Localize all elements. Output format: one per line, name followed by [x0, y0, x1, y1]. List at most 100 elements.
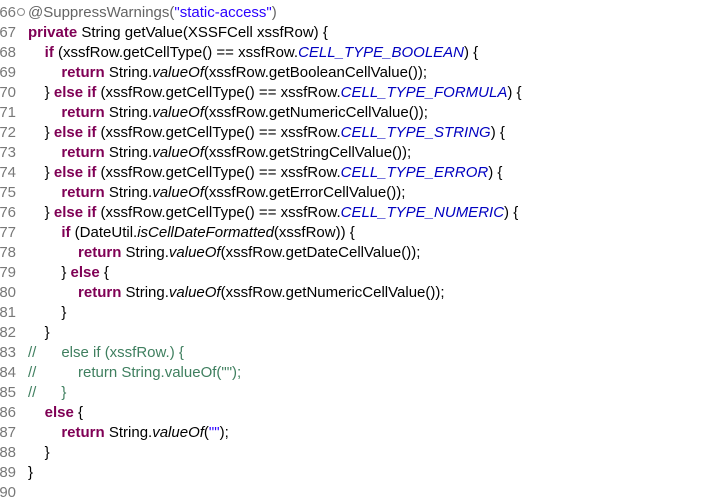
code-text: } else if (xssfRow.getCellType() == xssf… — [28, 203, 519, 223]
code-token: valueOf — [152, 64, 204, 81]
code-line[interactable]: 83 // else if (xssfRow.) { — [0, 343, 719, 363]
code-text: return String.valueOf(""); — [28, 423, 229, 443]
code-token: ) { — [504, 204, 519, 221]
code-token: "static-access" — [174, 4, 272, 21]
code-token: private — [28, 24, 78, 41]
line-number: 76 — [0, 204, 16, 221]
code-text: if (DateUtil.isCellDateFormatted(xssfRow… — [28, 223, 354, 243]
code-text: return String.valueOf(xssfRow.getStringC… — [28, 143, 411, 163]
code-token: } — [28, 444, 50, 461]
code-token: valueOf — [152, 184, 204, 201]
code-editor[interactable]: 66 @SuppressWarnings("static-access") 67 pr… — [0, 0, 719, 501]
code-line[interactable]: 77 if (DateUtil.isCellDateFormatted(xssf… — [0, 223, 719, 243]
code-token: return — [61, 184, 105, 201]
code-line[interactable]: 84 // return String.valueOf(""); — [0, 363, 719, 383]
code-line[interactable]: 82 } — [0, 323, 719, 343]
code-line[interactable]: 69 return String.valueOf(xssfRow.getBool… — [0, 63, 719, 83]
code-token: (xssfRow.getCellType() == xssfRow. — [96, 164, 341, 181]
code-line[interactable]: 67 private String getValue(XSSFCell xssfR… — [0, 23, 719, 43]
code-line[interactable]: 78 return String.valueOf(xssfRow.getDate… — [0, 243, 719, 263]
code-token: ); — [219, 424, 229, 441]
code-token: isCellDateFormatted — [137, 224, 274, 241]
code-text: @SuppressWarnings("static-access") — [28, 3, 277, 23]
code-token: (xssfRow.getCellType() == xssfRow. — [53, 44, 299, 61]
code-token: @SuppressWarnings( — [28, 4, 175, 21]
code-text: } else if (xssfRow.getCellType() == xssf… — [28, 163, 503, 183]
code-token: (xssfRow.getBooleanCellValue()); — [203, 64, 428, 81]
code-line[interactable]: 74 } else if (xssfRow.getCellType() == x… — [0, 163, 719, 183]
code-text: return String.valueOf(xssfRow.getDateCel… — [28, 243, 420, 263]
code-token: } — [28, 124, 54, 141]
code-text: } else if (xssfRow.getCellType() == xssf… — [28, 83, 522, 103]
code-token: return — [61, 144, 105, 161]
code-line[interactable]: 71 return String.valueOf(xssfRow.getNume… — [0, 103, 719, 123]
code-token: valueOf — [168, 284, 221, 301]
code-text: // else if (xssfRow.) { — [28, 343, 184, 363]
line-number: 69 — [0, 64, 16, 81]
code-token: return — [61, 104, 105, 121]
code-token: CELL_TYPE_BOOLEAN — [298, 44, 465, 61]
code-token: CELL_TYPE_FORMULA — [340, 84, 508, 101]
line-number: 73 — [0, 144, 16, 161]
code-line[interactable]: 76 } else if (xssfRow.getCellType() == x… — [0, 203, 719, 223]
code-line[interactable]: 73 return String.valueOf(xssfRow.getStri… — [0, 143, 719, 163]
line-number: 71 — [0, 104, 16, 121]
code-line[interactable]: 81 } — [0, 303, 719, 323]
line-number: 79 — [0, 264, 16, 281]
line-number: 88 — [0, 444, 16, 461]
code-token: // return String.valueOf(""); — [28, 364, 242, 381]
code-line[interactable]: 85 // } — [0, 383, 719, 403]
line-number: 67 — [0, 24, 16, 41]
code-line[interactable]: 70 } else if (xssfRow.getCellType() == x… — [0, 83, 719, 103]
code-line[interactable]: 75 return String.valueOf(xssfRow.getErro… — [0, 183, 719, 203]
code-line[interactable]: 86 else { — [0, 403, 719, 423]
code-token: else if — [53, 124, 97, 141]
code-line[interactable]: 68 if (xssfRow.getCellType() == xssfRow.… — [0, 43, 719, 63]
line-number: 75 — [0, 184, 16, 201]
code-text: } else { — [28, 263, 109, 283]
line-number: 85 — [0, 384, 16, 401]
code-token: else if — [53, 204, 97, 221]
code-text: } — [28, 323, 50, 343]
code-token: (xssfRow.getDateCellValue()); — [220, 244, 421, 261]
code-token: String. — [121, 284, 169, 301]
code-line[interactable]: 88 } — [0, 443, 719, 463]
code-token: CELL_TYPE_ERROR — [340, 164, 489, 181]
code-line[interactable]: 90 — [0, 483, 719, 503]
code-text: // } — [28, 383, 66, 403]
code-token: String. — [104, 144, 153, 161]
code-token: } — [28, 84, 54, 101]
code-token: String getValue(XSSFCell xssfRow) { — [77, 24, 328, 41]
code-token: else if — [53, 84, 97, 101]
code-line[interactable]: 79 } else { — [0, 263, 719, 283]
code-token: (xssfRow.getCellType() == xssfRow. — [96, 84, 341, 101]
line-number: 81 — [0, 304, 16, 321]
line-number: 78 — [0, 244, 16, 261]
code-token: else if — [53, 164, 97, 181]
code-text: } — [28, 443, 50, 463]
code-token: return — [61, 424, 105, 441]
code-line[interactable]: 89} — [0, 463, 719, 483]
code-token: String. — [104, 424, 153, 441]
line-number: 90 — [0, 484, 16, 501]
code-token: // else if (xssfRow.) { — [28, 344, 184, 361]
code-token: } — [28, 164, 54, 181]
code-token: { — [99, 264, 109, 281]
code-line[interactable]: 66 @SuppressWarnings("static-access") — [0, 3, 719, 23]
code-token: (xssfRow.getErrorCellValue()); — [203, 184, 406, 201]
line-number: 74 — [0, 164, 16, 181]
code-token: (xssfRow.getNumericCellValue()); — [220, 284, 445, 301]
code-line[interactable]: 80 return String.valueOf(xssfRow.getNume… — [0, 283, 719, 303]
code-token: (xssfRow.getCellType() == xssfRow. — [96, 124, 341, 141]
code-token: ) { — [490, 124, 505, 141]
code-line[interactable]: 87 return String.valueOf(""); — [0, 423, 719, 443]
line-number: 70 — [0, 84, 16, 101]
code-line[interactable]: 72 } else if (xssfRow.getCellType() == x… — [0, 123, 719, 143]
code-token: ) — [271, 4, 277, 21]
code-token: else — [44, 404, 74, 421]
fold-toggle-icon[interactable] — [17, 8, 25, 16]
code-token: String. — [104, 64, 153, 81]
code-token: "" — [208, 424, 220, 441]
